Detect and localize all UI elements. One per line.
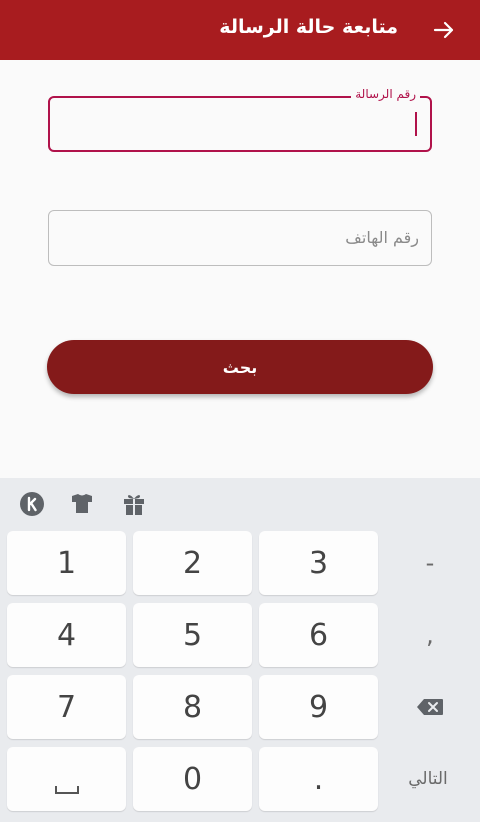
tshirt-theme-icon[interactable] (68, 490, 96, 518)
space-bar-icon (54, 786, 79, 794)
space-key[interactable] (7, 747, 126, 811)
message-number-label: رقم الرسالة (351, 87, 420, 101)
phone-number-placeholder: رقم الهاتف (345, 228, 419, 247)
key-3[interactable]: 3 (259, 531, 378, 595)
key-5[interactable]: 5 (133, 603, 252, 667)
back-arrow-icon[interactable] (428, 14, 460, 46)
search-button[interactable]: بحث (47, 340, 433, 394)
key-1[interactable]: 1 (7, 531, 126, 595)
key-4[interactable]: 4 (7, 603, 126, 667)
key-6[interactable]: 6 (259, 603, 378, 667)
key-8[interactable]: 8 (133, 675, 252, 739)
key-minus[interactable]: - (380, 531, 480, 595)
key-dot[interactable]: . (259, 747, 378, 811)
message-number-field[interactable]: رقم الرسالة (48, 87, 432, 152)
app-bar: متابعة حالة الرسالة (0, 0, 480, 60)
text-cursor (415, 112, 417, 136)
key-0[interactable]: 0 (133, 747, 252, 811)
k-logo-icon[interactable] (18, 490, 46, 518)
gift-icon[interactable] (120, 490, 148, 518)
key-9[interactable]: 9 (259, 675, 378, 739)
phone-number-field[interactable]: رقم الهاتف (48, 210, 432, 266)
form-area: رقم الرسالة رقم الهاتف بحث (0, 60, 480, 478)
page-title: متابعة حالة الرسالة (219, 16, 398, 38)
next-key[interactable]: التالي (378, 747, 478, 811)
key-2[interactable]: 2 (133, 531, 252, 595)
numeric-keyboard: 1 2 3 - 4 5 6 , 7 8 9 0 . التالي (0, 478, 480, 822)
backspace-icon[interactable] (380, 675, 480, 739)
key-comma[interactable]: , (380, 603, 480, 667)
search-button-label: بحث (222, 357, 258, 377)
key-7[interactable]: 7 (7, 675, 126, 739)
